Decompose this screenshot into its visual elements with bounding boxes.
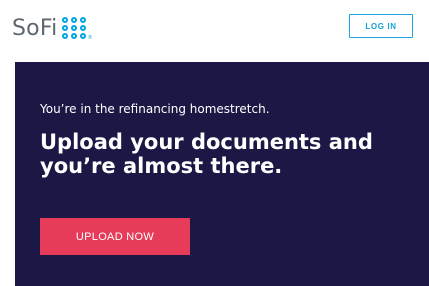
sofi-dots-logo-icon: ® — [62, 17, 93, 41]
hero-banner: You’re in the refinancing homestretch. U… — [15, 62, 429, 286]
sofi-logo[interactable]: SoFi ® — [12, 14, 93, 44]
logo-wordmark: SoFi — [12, 16, 58, 41]
site-header: SoFi ® LOG IN — [0, 0, 429, 56]
login-button[interactable]: LOG IN — [349, 14, 413, 38]
hero-headline: Upload your documents and you’re almost … — [40, 130, 373, 178]
hero-eyebrow: You’re in the refinancing homestretch. — [40, 102, 270, 116]
upload-now-button[interactable]: UPLOAD NOW — [40, 218, 190, 255]
registered-mark: ® — [88, 35, 93, 41]
